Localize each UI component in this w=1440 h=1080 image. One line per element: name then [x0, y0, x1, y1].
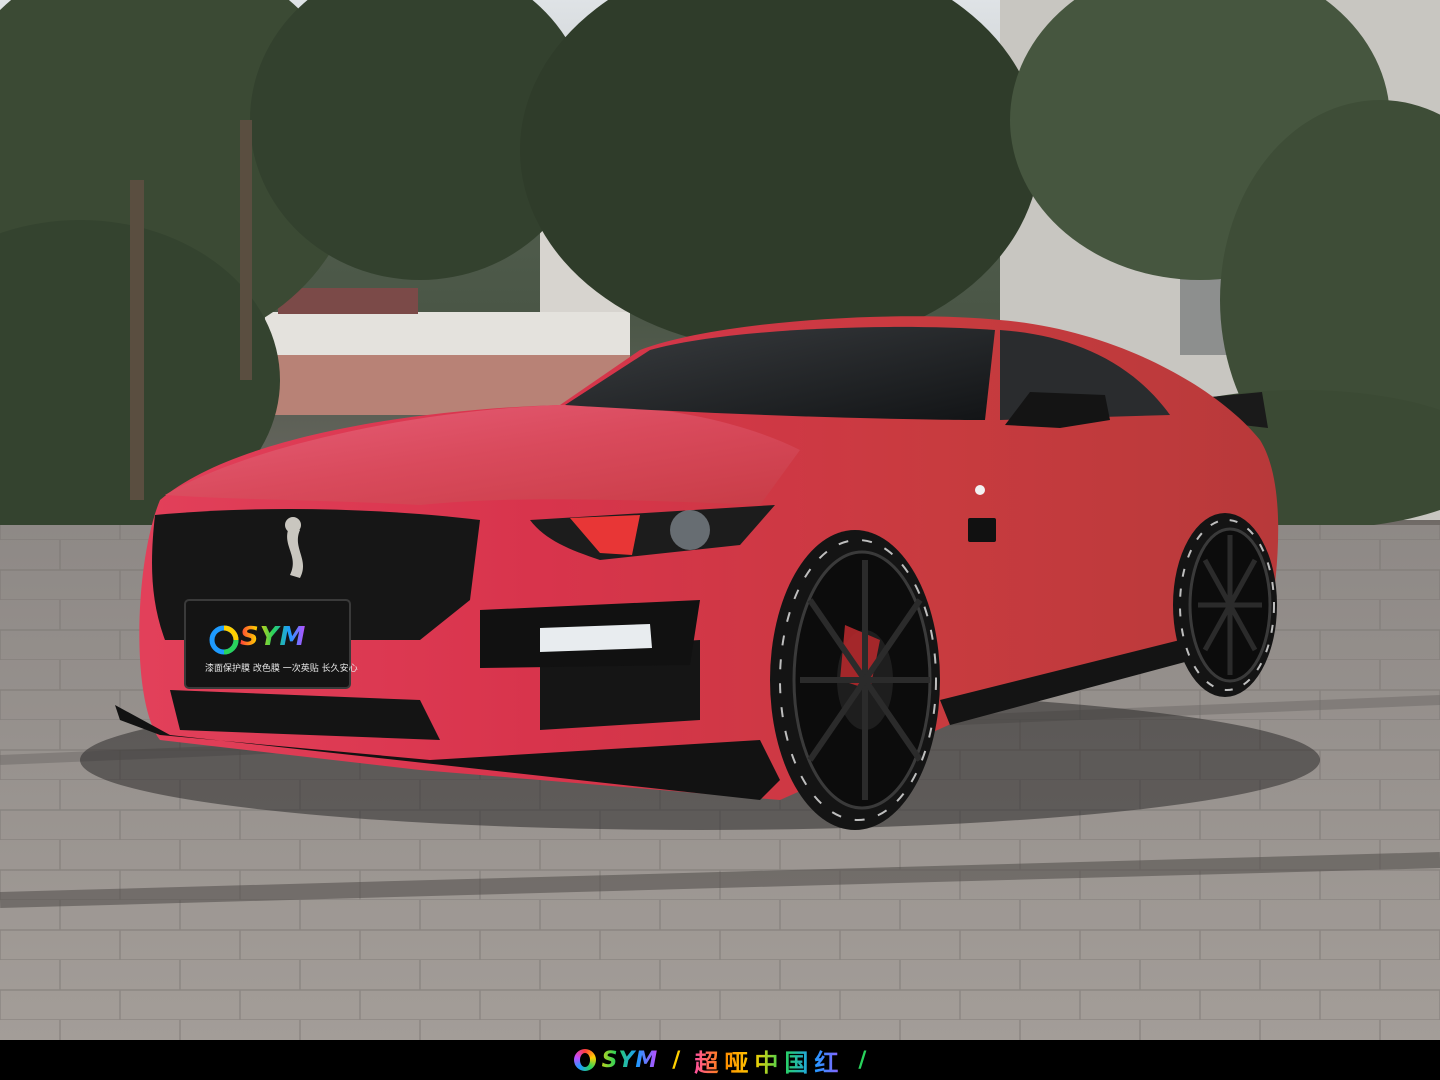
sym-logo-icon: [573, 1049, 596, 1071]
caption-logo: SYM: [573, 1047, 659, 1073]
front-wheel: [770, 530, 940, 830]
caption-separator-right: /: [858, 1047, 867, 1073]
plate-brand-text: SYM: [240, 622, 307, 652]
caption-bar: SYM / 超哑中国红 /: [0, 1040, 1440, 1080]
car-photo: SYM 漆面保护膜 改色膜 一次英贴 长久安心: [0, 0, 1440, 1040]
caption-brand: SYM: [601, 1047, 659, 1073]
caption-separator-left: /: [672, 1047, 681, 1073]
caption-text: 超哑中国红: [694, 1043, 844, 1078]
plate-slogan-text: 漆面保护膜 改色膜 一次英贴 长久安心: [205, 664, 358, 674]
scene-illustration: [0, 0, 1440, 1040]
shed-roof: [265, 312, 630, 360]
rear-wheel: [1173, 513, 1277, 697]
